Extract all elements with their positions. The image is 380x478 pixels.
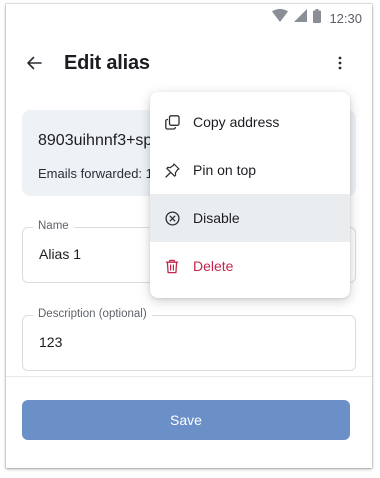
description-field-label: Description (optional) bbox=[33, 308, 152, 320]
arrow-left-icon bbox=[26, 55, 42, 76]
status-time: 12:30 bbox=[329, 10, 362, 26]
description-field[interactable]: Description (optional) 123 bbox=[22, 308, 356, 371]
page-title: Edit alias bbox=[64, 52, 150, 74]
menu-item-copy-address[interactable]: Copy address bbox=[150, 98, 350, 146]
more-options-button[interactable] bbox=[328, 53, 352, 77]
alias-address: 8903uihnnf3+sp bbox=[38, 132, 153, 149]
phone-screen: 12:30 Edit alias 8903uihnnf3+sp Emails f… bbox=[6, 4, 372, 468]
top-app-bar: Edit alias bbox=[6, 44, 372, 86]
back-button[interactable] bbox=[22, 53, 46, 77]
more-vertical-icon bbox=[338, 56, 342, 75]
status-bar: 12:30 bbox=[6, 4, 372, 32]
name-field-value[interactable]: Alias 1 bbox=[39, 246, 81, 262]
menu-item-label: Pin on top bbox=[193, 162, 257, 178]
menu-item-disable[interactable]: Disable bbox=[150, 194, 350, 242]
copy-icon bbox=[164, 114, 180, 130]
cellular-signal-icon bbox=[294, 9, 308, 27]
divider bbox=[6, 376, 372, 377]
menu-item-label: Disable bbox=[193, 210, 240, 226]
overflow-menu: Copy address Pin on top Disable Delete bbox=[150, 92, 350, 298]
battery-icon bbox=[313, 8, 322, 28]
save-button[interactable]: Save bbox=[22, 400, 350, 440]
emails-forwarded-count: Emails forwarded: 1 bbox=[38, 166, 153, 181]
name-field-label: Name bbox=[33, 220, 74, 232]
disable-icon bbox=[164, 210, 180, 226]
trash-icon bbox=[164, 258, 180, 274]
pin-icon bbox=[164, 162, 180, 178]
wifi-icon bbox=[272, 9, 289, 27]
menu-item-pin-on-top[interactable]: Pin on top bbox=[150, 146, 350, 194]
menu-item-label: Copy address bbox=[193, 114, 280, 130]
menu-item-delete[interactable]: Delete bbox=[150, 242, 350, 290]
description-field-value[interactable]: 123 bbox=[39, 334, 62, 350]
menu-item-label: Delete bbox=[193, 258, 234, 274]
